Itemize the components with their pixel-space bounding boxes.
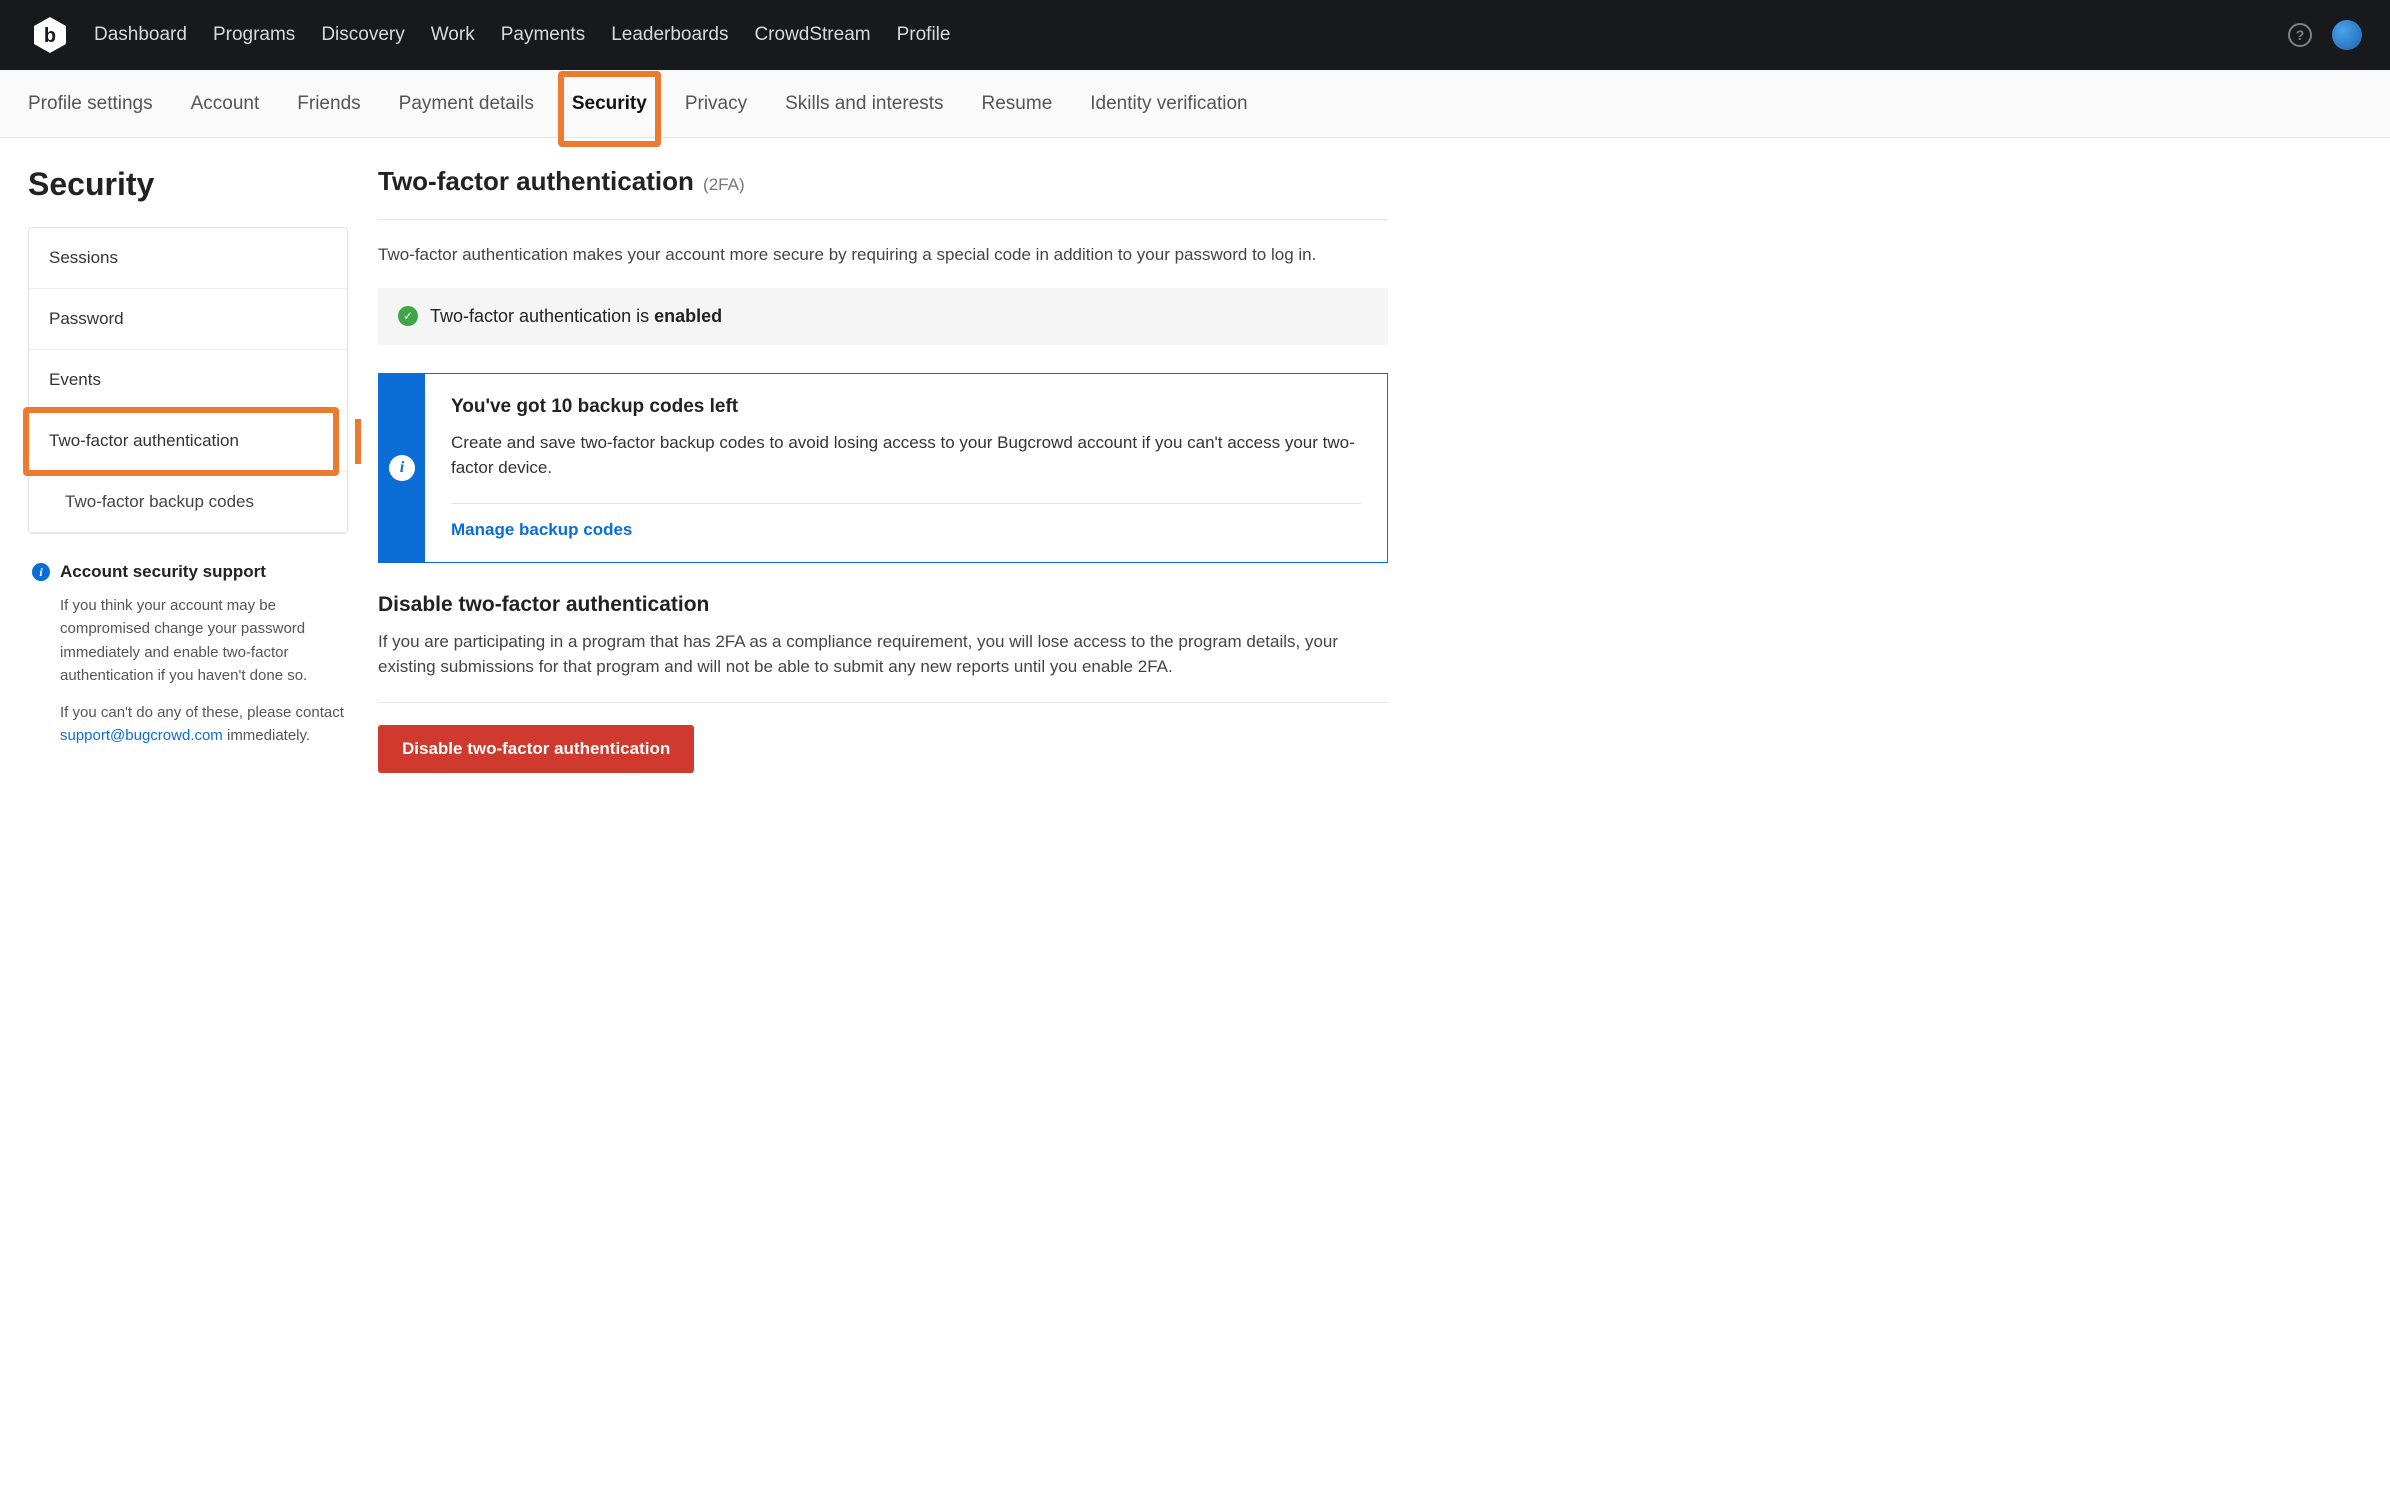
logo[interactable]: b xyxy=(28,13,72,57)
tab-friends[interactable]: Friends xyxy=(297,73,360,135)
tab-account[interactable]: Account xyxy=(191,73,260,135)
support-text-2-prefix: If you can't do any of these, please con… xyxy=(60,704,344,721)
support-text-2: If you can't do any of these, please con… xyxy=(32,701,344,748)
page-title: Security xyxy=(28,166,348,203)
status-bar: ✓ Two-factor authentication is enabled xyxy=(378,288,1388,345)
manage-backup-codes-link[interactable]: Manage backup codes xyxy=(451,520,632,539)
sidebar-item-2fa[interactable]: Two-factor authentication xyxy=(29,411,347,472)
sidebar-item-sessions[interactable]: Sessions xyxy=(29,228,347,289)
support-block: i Account security support If you think … xyxy=(28,562,348,748)
nav-dashboard[interactable]: Dashboard xyxy=(94,24,187,46)
nav-crowdstream[interactable]: CrowdStream xyxy=(754,24,870,46)
svg-text:b: b xyxy=(44,25,56,47)
tab-skills[interactable]: Skills and interests xyxy=(785,73,943,135)
backup-body: Create and save two-factor backup codes … xyxy=(451,430,1361,481)
sub-nav: Profile settings Account Friends Payment… xyxy=(0,70,2390,138)
tab-security[interactable]: Security xyxy=(572,73,647,135)
info-icon: i xyxy=(389,455,415,481)
support-text-1: If you think your account may be comprom… xyxy=(32,594,344,687)
info-icon: i xyxy=(32,563,50,581)
tab-privacy[interactable]: Privacy xyxy=(685,73,747,135)
nav-programs[interactable]: Programs xyxy=(213,24,295,46)
top-nav-right: ? xyxy=(2288,20,2362,50)
divider xyxy=(378,219,1388,220)
sidebar-item-password[interactable]: Password xyxy=(29,289,347,350)
help-icon[interactable]: ? xyxy=(2288,23,2312,47)
support-text-2-suffix: immediately. xyxy=(223,727,310,744)
avatar[interactable] xyxy=(2332,20,2362,50)
top-nav: b Dashboard Programs Discovery Work Paym… xyxy=(0,0,2390,70)
annotation-highlight-2fa-bar xyxy=(355,419,361,464)
backup-codes-panel: i You've got 10 backup codes left Create… xyxy=(378,373,1388,563)
disable-body: If you are participating in a program th… xyxy=(378,629,1388,680)
sidebar-item-events[interactable]: Events xyxy=(29,350,347,411)
support-email-link[interactable]: support@bugcrowd.com xyxy=(60,727,223,744)
check-icon: ✓ xyxy=(398,306,418,326)
divider xyxy=(451,503,1361,504)
divider xyxy=(378,702,1388,703)
disable-2fa-button[interactable]: Disable two-factor authentication xyxy=(378,725,694,773)
section-title-tag: (2FA) xyxy=(698,175,744,194)
sidebar-item-backup-codes[interactable]: Two-factor backup codes xyxy=(29,472,347,533)
info-panel-accent: i xyxy=(379,374,425,562)
nav-work[interactable]: Work xyxy=(431,24,475,46)
intro-text: Two-factor authentication makes your acc… xyxy=(378,242,1388,268)
nav-discovery[interactable]: Discovery xyxy=(321,24,404,46)
section-title: Two-factor authentication xyxy=(378,166,694,196)
tab-payment-details[interactable]: Payment details xyxy=(399,73,534,135)
tab-profile-settings[interactable]: Profile settings xyxy=(28,73,153,135)
nav-payments[interactable]: Payments xyxy=(501,24,585,46)
sidebar-menu: Sessions Password Events Two-factor auth… xyxy=(28,227,348,534)
nav-leaderboards[interactable]: Leaderboards xyxy=(611,24,728,46)
backup-heading: You've got 10 backup codes left xyxy=(451,396,1361,418)
top-nav-links: Dashboard Programs Discovery Work Paymen… xyxy=(94,24,2288,46)
status-text: Two-factor authentication is enabled xyxy=(430,306,722,327)
support-heading: Account security support xyxy=(60,562,266,582)
disable-heading: Disable two-factor authentication xyxy=(378,593,1388,617)
nav-profile[interactable]: Profile xyxy=(897,24,951,46)
tab-resume[interactable]: Resume xyxy=(982,73,1053,135)
tab-identity-verification[interactable]: Identity verification xyxy=(1090,73,1247,135)
